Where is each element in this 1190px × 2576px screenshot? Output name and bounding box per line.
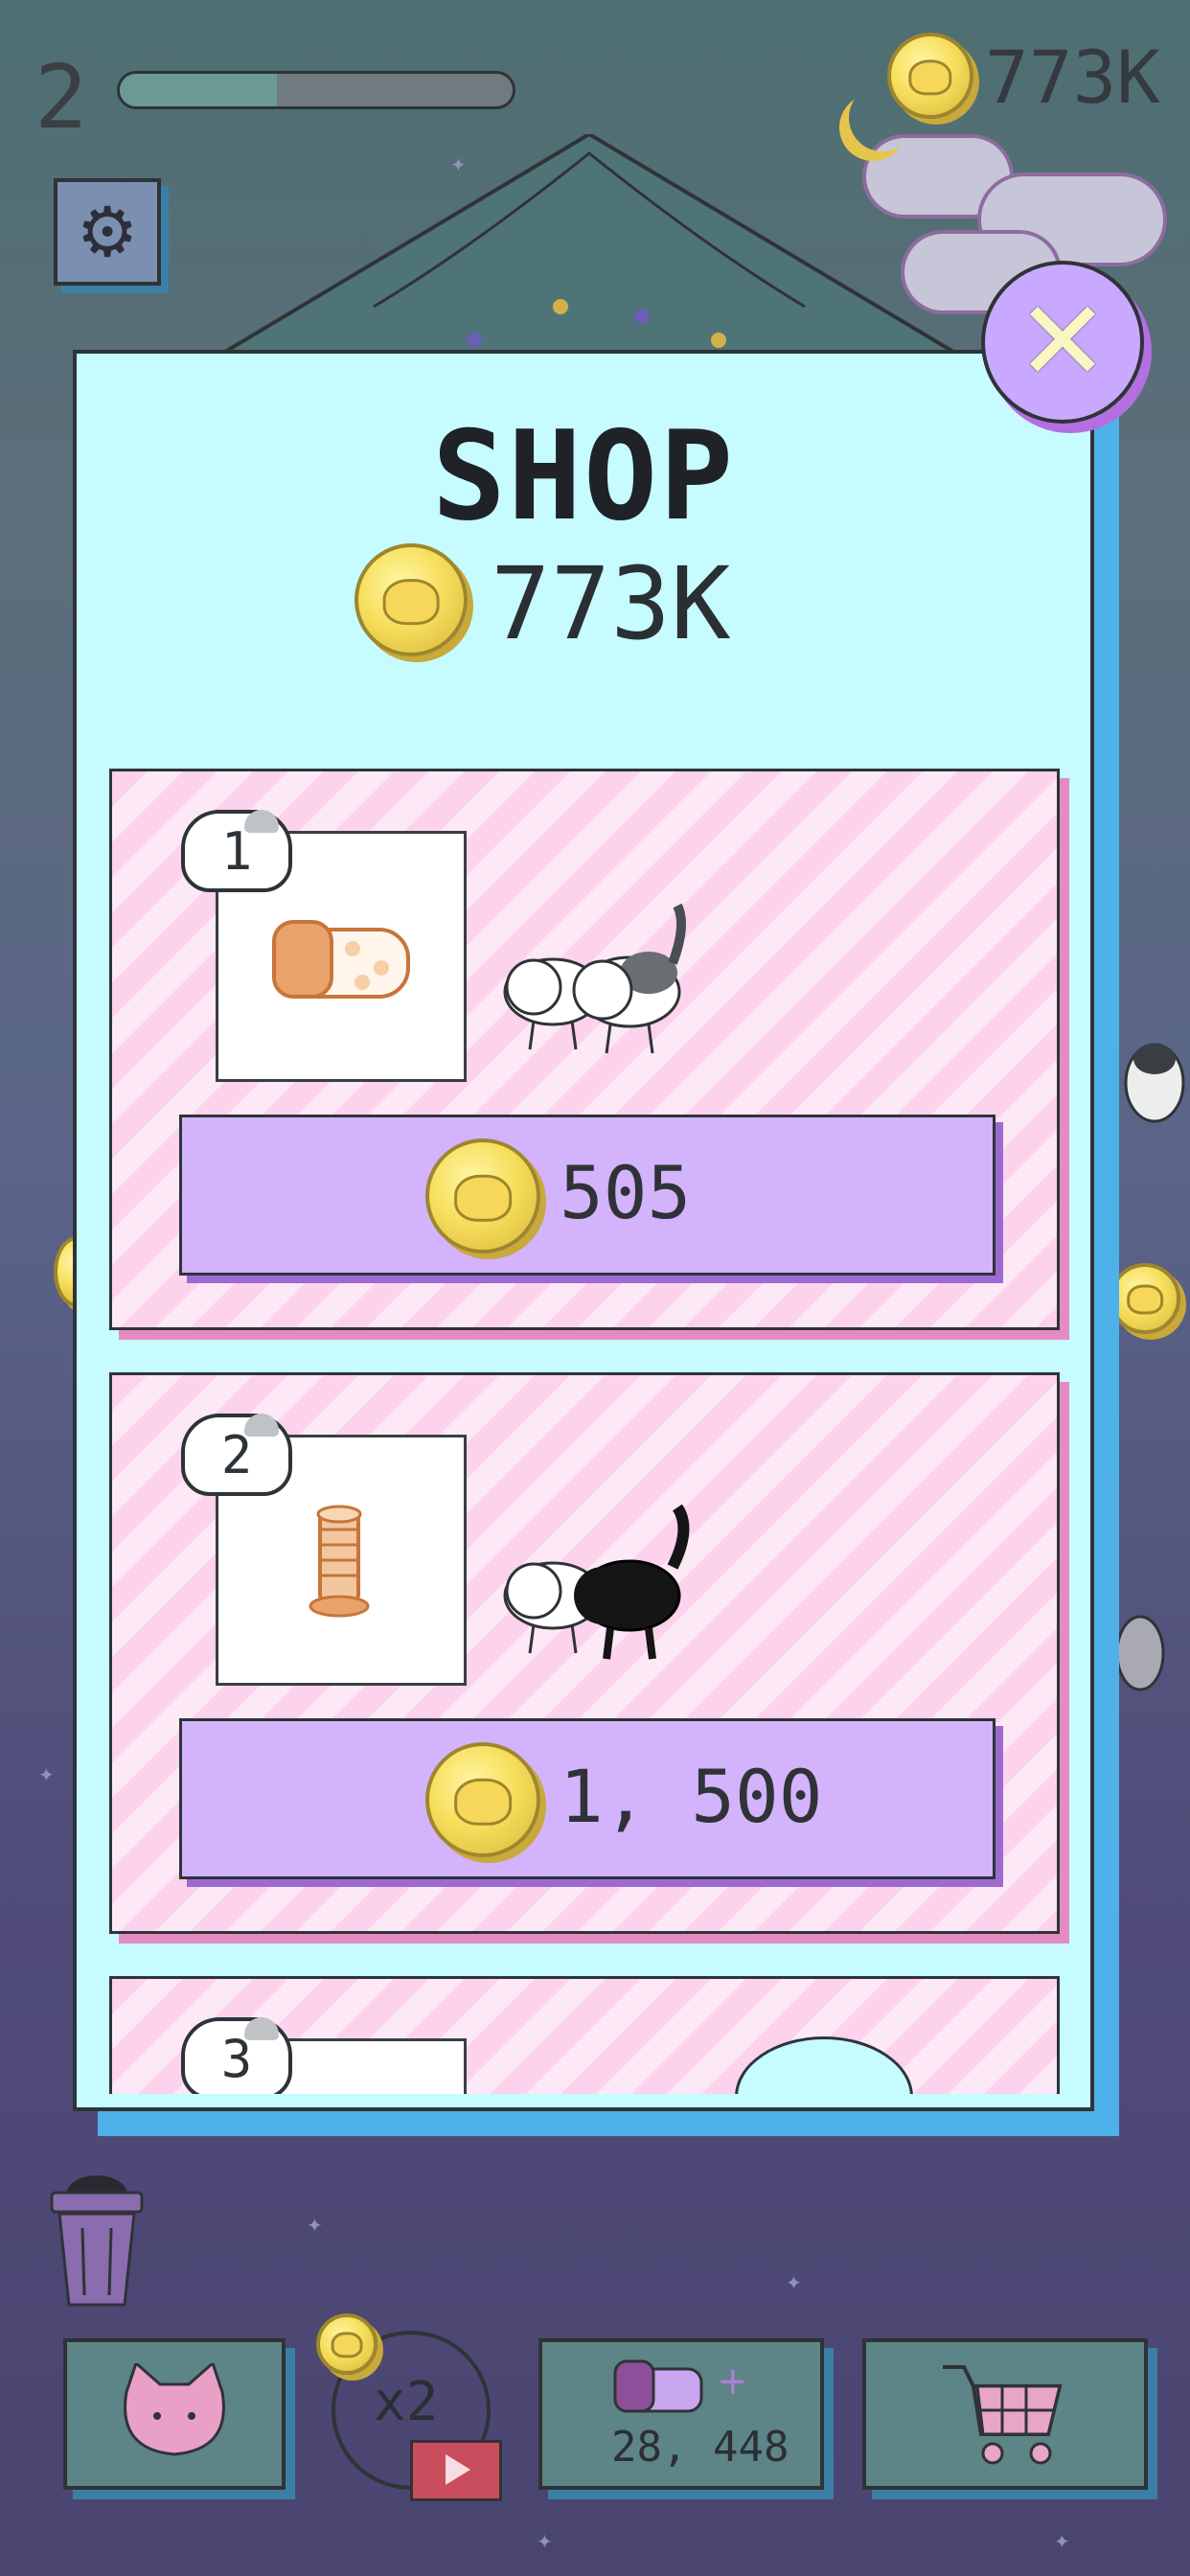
svg-text:+: +: [717, 2359, 744, 2404]
shop-item-2: 2 1, 500: [109, 1372, 1060, 1934]
star-decoration: ✦: [1054, 2530, 1070, 2553]
cats-preview: [503, 1504, 690, 1660]
shop-item-1: 1 505: [109, 769, 1060, 1330]
black-cat-icon: [574, 1504, 690, 1660]
coin-icon: [887, 33, 973, 119]
coin-icon: [1110, 1263, 1180, 1334]
double-coins-button[interactable]: x2: [316, 2313, 502, 2501]
item-preview-partial: [735, 2036, 913, 2094]
level-progress-bar: [117, 71, 515, 109]
gear-icon: ⚙: [76, 192, 139, 272]
shop-title: SHOP: [431, 405, 736, 548]
close-icon: ✕: [1016, 277, 1110, 406]
level-progress-fill: [120, 74, 277, 106]
cat-box-button[interactable]: + 28, 448: [538, 2338, 824, 2490]
item-price: 505: [560, 1150, 692, 1235]
item-rank-badge: 2: [181, 1414, 292, 1496]
coin-icon: [425, 1742, 540, 1857]
star-decoration: ✦: [38, 1763, 55, 1786]
buy-button[interactable]: 505: [179, 1115, 995, 1276]
shop-item-3: 3: [109, 1976, 1060, 2094]
cat-face-icon: [124, 2363, 225, 2456]
shopping-cart-icon: [943, 2365, 1063, 2465]
star-decoration: ✦: [537, 2530, 553, 2553]
cats-preview: [503, 903, 686, 1054]
star-decoration: ✦: [307, 2214, 323, 2237]
hud-coin-total: 773K: [985, 34, 1161, 120]
coin-icon: [316, 2313, 378, 2375]
star-decoration: ✦: [1102, 1773, 1118, 1796]
close-button[interactable]: ✕: [981, 261, 1144, 424]
cat-box-icon: +: [613, 2359, 744, 2413]
trash-can-icon: [50, 2175, 144, 2307]
cat-decoration: [1115, 1615, 1165, 1691]
level-number: 2: [34, 46, 88, 149]
coin-icon: [355, 543, 468, 656]
item-price: 1, 500: [560, 1754, 823, 1839]
star-decoration: ✦: [786, 2271, 802, 2294]
buy-button[interactable]: 1, 500: [179, 1718, 995, 1879]
calico-cat-icon: [572, 903, 686, 1054]
shop-panel: SHOP 773K 1 505 2 1, 500 3: [73, 350, 1094, 2111]
double-label: x2: [374, 2371, 439, 2433]
shop-coin-total: 773K: [491, 545, 731, 662]
item-rank-badge: 1: [181, 810, 292, 892]
house-roof: [220, 134, 958, 355]
settings-button[interactable]: ⚙: [54, 178, 161, 286]
cat-decoration: [1124, 1043, 1185, 1123]
item-rank-badge: 3: [181, 2017, 292, 2094]
box-count: 28, 448: [611, 2423, 790, 2472]
play-video-icon: [410, 2440, 502, 2501]
shop-cart-button[interactable]: [862, 2338, 1148, 2490]
cats-button[interactable]: [63, 2338, 286, 2490]
coin-icon: [425, 1138, 540, 1254]
